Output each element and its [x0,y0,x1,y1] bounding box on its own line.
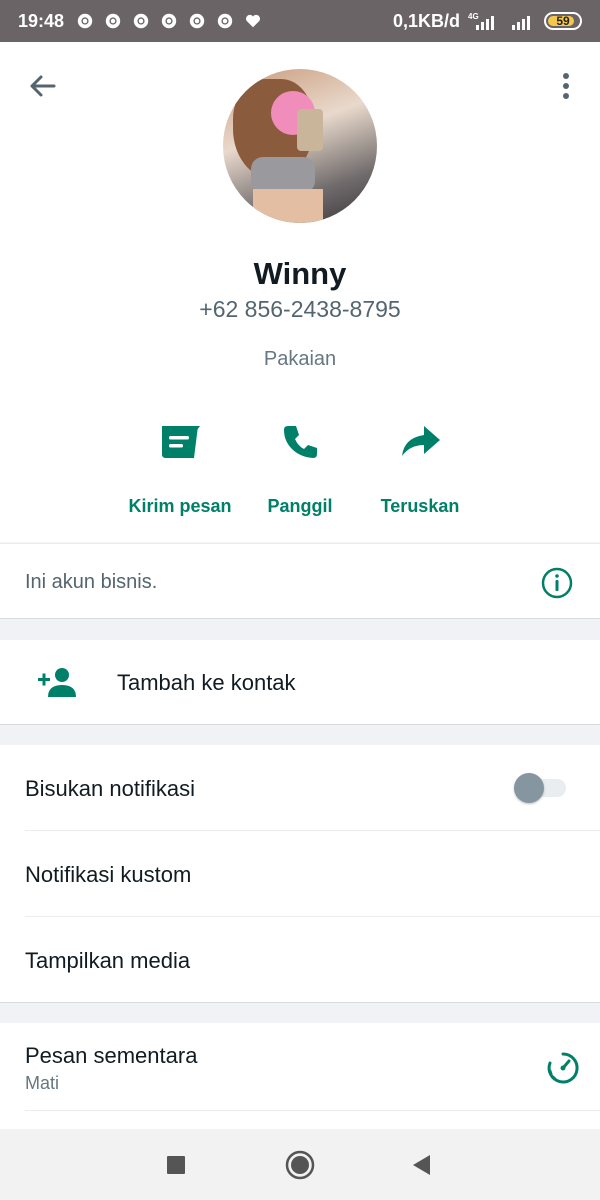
notification-settings: Bisukan notifikasi Notifikasi kustom Tam… [0,745,600,1003]
chrome-icon [133,13,149,29]
media-visibility-label: Tampilkan media [25,948,191,973]
business-account-row[interactable]: Ini akun bisnis. [0,543,600,619]
profile-header: Winny +62 856-2438-8795 Pakaian Kirim pe… [0,42,600,542]
battery-icon: 59 [544,12,582,30]
call-label: Panggil [267,496,333,516]
media-visibility-row[interactable]: Tampilkan media [0,917,600,1003]
business-account-text: Ini akun bisnis. [25,571,158,593]
contact-phone: +62 856-2438-8795 [199,296,401,322]
chrome-icon [217,13,233,29]
chrome-icon [105,13,121,29]
avatar[interactable] [223,69,377,223]
arrow-left-icon[interactable] [24,68,60,104]
network-speed: 0,1KB/d [392,10,460,31]
forward-button[interactable]: Teruskan [350,414,490,534]
add-contact-row[interactable]: Tambah ke kontak [0,640,600,725]
status-time: 19:48 [18,10,65,31]
call-button[interactable]: Panggil [230,414,370,534]
circle-icon[interactable] [284,1149,316,1181]
business-category: Pakaian [263,348,337,370]
square-icon[interactable] [160,1149,192,1181]
forward-icon [402,426,440,456]
disappearing-messages-row[interactable]: Pesan sementara Mati [0,1023,600,1129]
contact-name: Winny [253,256,347,291]
more-vertical-icon[interactable] [552,68,580,104]
send-message-label: Kirim pesan [128,496,232,516]
timer-icon [547,1052,579,1084]
triangle-back-icon[interactable] [406,1149,438,1181]
send-message-button[interactable]: Kirim pesan [110,414,250,534]
network-type: 4G [468,12,479,21]
info-icon[interactable] [540,566,574,600]
mute-notifications-row[interactable]: Bisukan notifikasi [0,745,600,831]
custom-notifications-label: Notifikasi kustom [25,862,192,887]
chrome-icon [77,13,93,29]
chrome-icon [189,13,205,29]
forward-label: Teruskan [380,496,460,516]
signal-icon: 4G [468,12,494,30]
mute-toggle[interactable] [514,773,566,803]
signal-icon [512,16,530,30]
disappearing-messages-label: Pesan sementara [25,1043,198,1068]
person-add-icon [38,668,76,697]
heart-icon [246,14,261,28]
disappearing-messages-value: Mati [25,1073,60,1093]
mute-notifications-label: Bisukan notifikasi [25,776,195,801]
message-icon [162,426,200,458]
status-bar: 19:48 0,1KB/d 4G 59 [0,0,600,42]
phone-icon [284,426,317,458]
add-contact-label: Tambah ke kontak [117,670,296,695]
navigation-bar [0,1129,600,1200]
custom-notifications-row[interactable]: Notifikasi kustom [0,831,600,917]
battery-level: 59 [556,14,570,28]
chrome-icon [161,13,177,29]
